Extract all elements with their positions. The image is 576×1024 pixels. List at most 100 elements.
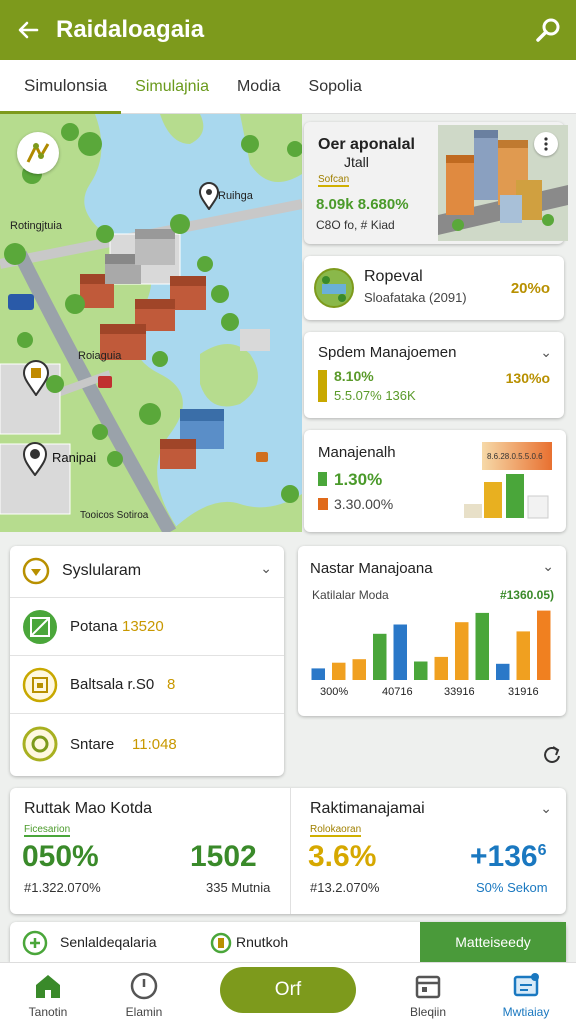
tab-simulajnia[interactable]: Simulajnia <box>121 60 223 114</box>
nav-profile[interactable]: Mwtiaiay <box>486 971 566 1019</box>
promo-card[interactable]: Oer aponalal Jtall Sofcan 8.09k 8.680% C… <box>304 122 568 244</box>
chart-grid-icon <box>23 610 57 644</box>
promo-title: Oer aponalal <box>318 136 415 153</box>
bar-chart <box>311 610 551 680</box>
simulation-list-card: Syslularam ⌄ Potana 13520 Baltsala r.S0 … <box>10 546 284 776</box>
list-item[interactable]: Baltsala r.S0 8 <box>10 656 284 714</box>
back-arrow-icon[interactable] <box>0 0 56 60</box>
nav-calendar[interactable]: Bleqiin <box>388 971 468 1019</box>
map-label: Rotingjtuia <box>10 220 62 232</box>
management-row2: 5.5.07% 136K <box>334 388 416 403</box>
chart-bar-1 <box>311 668 325 680</box>
proposal-card[interactable]: Ropeval Sloafataka (2091) 20%o <box>304 256 564 320</box>
promo-sub: C8O fo, # Kiad <box>316 218 395 232</box>
chart-tick: 31916 <box>508 686 539 698</box>
app-header: Raidaloagaia <box>0 0 576 60</box>
list-item-label: Baltsala r.S0 <box>70 676 155 693</box>
strip-item1[interactable]: Senlaldeqalaria <box>60 934 157 950</box>
stats-left-sub2: 335 Mutnia <box>206 880 271 895</box>
stats-right-title: Raktimanajamai <box>310 800 425 817</box>
chevron-down-icon[interactable]: ⌄ <box>540 800 552 817</box>
gold-bar-indicator <box>318 370 327 402</box>
stats-right-number: +136 <box>470 840 538 873</box>
list-item-value: 8 <box>167 676 176 693</box>
search-icon[interactable] <box>520 0 576 60</box>
bottom-strip: Senlaldeqalaria Rnutkoh Matteiseedy <box>10 922 566 962</box>
promo-value: 8.09k 8.680% <box>316 196 409 213</box>
chart-bar-4 <box>373 633 387 680</box>
chart-bar-3 <box>352 659 366 680</box>
nav-home[interactable]: Tanotin <box>8 971 88 1019</box>
management-title: Spdem Manajoemen <box>318 344 457 361</box>
chart-tick: 40716 <box>382 686 413 698</box>
stats-right-tag: Rolokaoran <box>310 824 362 837</box>
refresh-icon[interactable] <box>540 744 562 766</box>
management-chart-card[interactable]: Manajenalh 1.30% 3.30.00% 8.6.28.0.5.5.0… <box>304 430 566 532</box>
list-item[interactable]: Potana 13520 <box>10 598 284 656</box>
tab-sopolia[interactable]: Sopolia <box>295 60 376 114</box>
list-item-label: Sntare <box>70 736 115 753</box>
stats-divider <box>290 788 291 914</box>
list-title: Syslularam <box>62 562 142 579</box>
chart-bar-12 <box>537 610 551 680</box>
chevron-down-icon[interactable]: ⌄ <box>260 560 272 577</box>
stats-left-value1: 050% <box>22 840 99 873</box>
map-pin-1[interactable] <box>198 182 220 211</box>
map-pin-3[interactable] <box>22 442 48 477</box>
timer-icon <box>130 972 158 1000</box>
city-map[interactable]: Ruihga Rotingjtuia Roiaguia Ranipai Tooi… <box>0 114 302 532</box>
management-right-value: 130%o <box>505 370 550 386</box>
stats-right-sub1: #13.2.070% <box>310 880 380 895</box>
chevron-down-icon[interactable]: ⌄ <box>542 558 554 575</box>
proposal-title: Ropeval <box>364 268 423 285</box>
mini-bar-chart <box>464 474 549 519</box>
map-label: Tooicos Sotiroa <box>80 510 149 521</box>
list-item[interactable]: Sntare 11:048 <box>10 714 284 774</box>
ring-icon <box>22 726 58 762</box>
map-logo-badge[interactable] <box>17 132 59 174</box>
strip-action-button[interactable]: Matteiseedy <box>420 922 566 962</box>
park-thumbnail-icon <box>314 268 354 308</box>
stats-right-superscript: 6 <box>537 842 547 859</box>
stats-right-value1: 3.6% <box>308 840 377 873</box>
tab-simulonsia[interactable]: Simulonsia <box>0 60 122 114</box>
stats-left-tag: Ficesarion <box>24 824 71 837</box>
chart-bar-11 <box>516 631 530 680</box>
chart-bar-5 <box>393 624 407 680</box>
center-action-button[interactable]: Orf <box>220 967 356 1013</box>
map-label: Ruihga <box>218 190 253 202</box>
map-pin-2[interactable] <box>22 360 50 397</box>
list-item-label: Potana <box>70 618 118 635</box>
chart-bar-8 <box>455 622 469 680</box>
chart-card-value: #1360.05) <box>499 588 554 602</box>
list-item-value: 13520 <box>122 618 164 635</box>
page-title: Raidaloagaia <box>56 16 205 43</box>
chart-bar-2 <box>332 662 346 680</box>
chart-bar-10 <box>496 663 510 680</box>
building-icon <box>22 667 58 703</box>
management-card[interactable]: Spdem Manajoemen ⌄ 8.10% 5.5.07% 136K 13… <box>304 332 564 418</box>
target-icon <box>22 557 50 585</box>
list-header[interactable]: Syslularam ⌄ <box>10 546 284 598</box>
stats-left-value2: 1502 <box>190 840 257 873</box>
map-label: Roiaguia <box>78 350 122 362</box>
promo-tag: Sofcan <box>318 174 350 187</box>
calendar-icon <box>415 975 441 999</box>
proposal-sub: Sloafataka (2091) <box>364 290 467 305</box>
stats-right-value2: +1366 <box>470 840 546 874</box>
list-item-value: 11:048 <box>132 736 177 753</box>
promo-subtitle: Jtall <box>344 154 369 170</box>
chevron-down-icon[interactable]: ⌄ <box>540 344 552 361</box>
nav-timer-label: Elamin <box>125 1005 163 1019</box>
chart-card-subtitle: Katilalar Moda <box>312 588 389 602</box>
chart-bar-6 <box>414 661 428 680</box>
nav-timer[interactable]: Elamin <box>104 971 184 1019</box>
stats-left-sub1: #1.322.070% <box>24 880 101 895</box>
tab-modia[interactable]: Modia <box>223 60 295 114</box>
chart-tick: 33916 <box>444 686 475 698</box>
proposal-value: 20%o <box>510 280 550 297</box>
strip-item2[interactable]: Rnutkoh <box>236 934 288 950</box>
stats-card: Ruttak Mao Kotda Ficesarion 050% 1502 #1… <box>10 788 566 914</box>
bar-chart-card[interactable]: Nastar Manajoana ⌄ Katilalar Moda #1360.… <box>298 546 566 716</box>
more-options-icon[interactable] <box>534 132 558 156</box>
